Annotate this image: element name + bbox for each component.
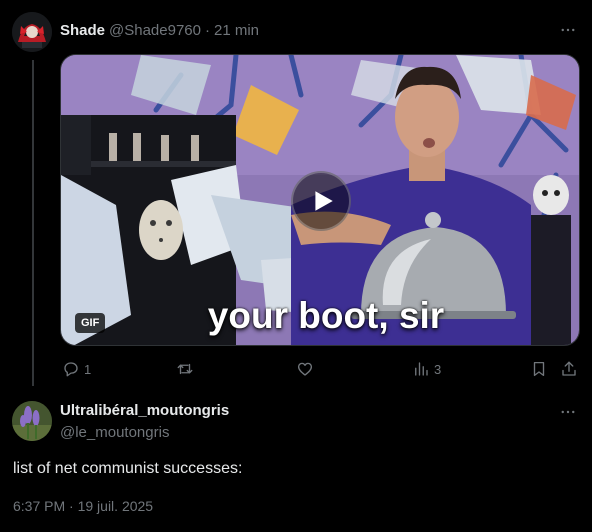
bookmark-icon: [533, 361, 545, 377]
more-options-button[interactable]: [558, 402, 578, 422]
ultraliberal-avatar[interactable]: [12, 401, 52, 441]
retweet-icon: [177, 363, 193, 375]
gif-badge: GIF: [75, 313, 106, 333]
author-handle[interactable]: @le_moutongris: [60, 424, 169, 441]
reply-button[interactable]: 1: [62, 358, 91, 380]
more-icon: [561, 28, 575, 32]
views-count: 3: [434, 361, 442, 377]
gif-caption: your boot, sir: [207, 295, 445, 336]
author-name[interactable]: Ultralibéral_moutongris: [60, 402, 229, 419]
reply-icon: [64, 362, 78, 377]
separator-dot: ·: [205, 21, 210, 39]
more-options-button[interactable]: [558, 20, 578, 40]
bookmark-button[interactable]: [530, 358, 548, 380]
reply-count: 1: [84, 361, 92, 377]
more-icon: [561, 410, 575, 414]
tweet-header: Shade @Shade9760 · 21 min: [60, 20, 259, 40]
tweet-text: list of net communist successes:: [13, 460, 243, 477]
retweet-button[interactable]: [176, 358, 198, 380]
analytics-icon: [415, 362, 428, 376]
gif-media[interactable]: GIF your boot, sir: [60, 54, 580, 346]
like-button[interactable]: [296, 358, 318, 380]
author-handle[interactable]: @Shade9760: [109, 22, 201, 39]
play-button[interactable]: [291, 171, 351, 231]
views-button[interactable]: 3: [412, 358, 441, 380]
avatar-image: [12, 401, 52, 441]
thread-connector-line: [32, 60, 34, 386]
share-button[interactable]: [560, 358, 578, 380]
heart-icon: [297, 362, 313, 376]
shade-avatar[interactable]: [12, 12, 52, 52]
author-name[interactable]: Shade: [60, 22, 105, 39]
share-icon: [562, 361, 576, 376]
avatar-image: [12, 12, 52, 52]
tweet-time[interactable]: 21 min: [214, 22, 259, 39]
tweet-timestamp[interactable]: 6:37 PM · 19 juil. 2025: [13, 498, 153, 514]
play-icon: [315, 191, 333, 211]
